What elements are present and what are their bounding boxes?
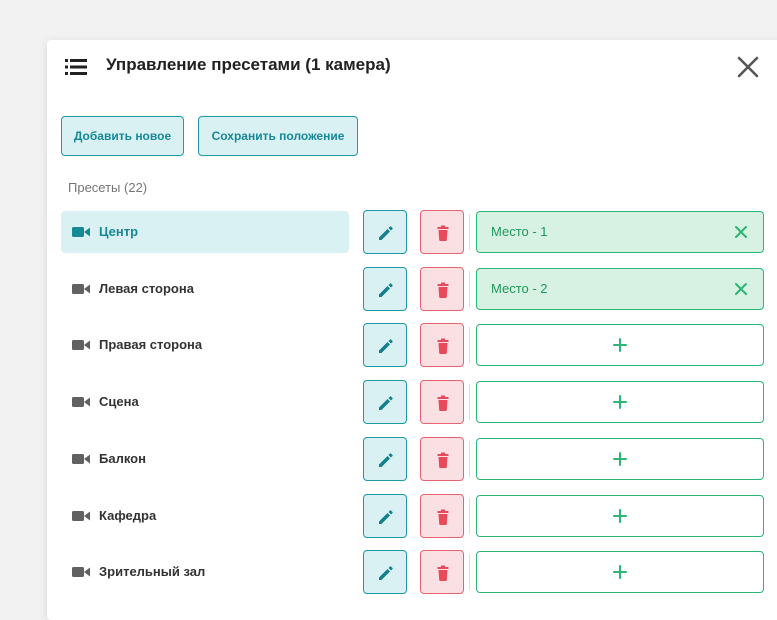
preset-select-item[interactable]: Правая сторона xyxy=(61,324,349,366)
slot-label: Место - 2 xyxy=(491,280,548,296)
trash-icon xyxy=(437,452,449,468)
edit-preset-button[interactable] xyxy=(363,493,407,538)
plus-icon xyxy=(613,451,627,466)
delete-preset-button[interactable] xyxy=(420,550,464,595)
preset-row: Зрительный зал xyxy=(47,550,777,595)
pencil-icon xyxy=(379,339,393,354)
preset-name-label: Сцена xyxy=(99,394,139,410)
trash-icon xyxy=(437,282,449,298)
clear-slot-icon[interactable] xyxy=(733,224,749,240)
preset-name-label: Балкон xyxy=(99,450,146,466)
assigned-position-slot[interactable]: Место - 1 xyxy=(476,211,764,253)
close-button[interactable] xyxy=(735,54,761,80)
preset-select-item[interactable]: Кафедра xyxy=(61,495,349,537)
row-divider xyxy=(469,327,470,364)
delete-preset-button[interactable] xyxy=(420,436,464,481)
preset-name-label: Кафедра xyxy=(99,507,157,523)
presets-count-label: Пресеты (22) xyxy=(68,180,148,195)
preset-select-item[interactable]: Балкон xyxy=(61,438,349,480)
dialog-header: Управление пресетами (1 камера) xyxy=(47,40,777,96)
slot-label: Место - 1 xyxy=(491,224,548,239)
delete-preset-button[interactable] xyxy=(420,210,464,254)
edit-preset-button[interactable] xyxy=(363,266,407,311)
preset-name-label: Левая сторона xyxy=(99,280,194,296)
edit-preset-button[interactable] xyxy=(363,323,407,368)
add-position-slot[interactable] xyxy=(476,437,764,480)
delete-preset-button[interactable] xyxy=(420,266,464,311)
delete-preset-button[interactable] xyxy=(420,493,464,538)
preset-row: Сцена xyxy=(47,380,777,425)
pencil-icon xyxy=(379,396,393,411)
trash-icon xyxy=(437,509,449,525)
clear-slot-icon[interactable] xyxy=(733,281,749,297)
preset-select-item[interactable]: Центр xyxy=(61,211,349,253)
preset-row: Балкон xyxy=(47,436,777,481)
preset-manager-dialog: Управление пресетами (1 камера) Добавить… xyxy=(47,40,777,620)
video-camera-icon xyxy=(72,567,90,578)
preset-select-item[interactable]: Сцена xyxy=(61,381,349,423)
preset-row: Центр Место - 1 xyxy=(47,210,777,254)
preset-name-label: Центр xyxy=(99,224,139,239)
row-divider xyxy=(469,384,470,421)
add-position-slot[interactable] xyxy=(476,551,764,594)
list-icon xyxy=(65,59,87,75)
plus-icon xyxy=(613,338,627,353)
add-new-button[interactable]: Добавить новое xyxy=(61,116,184,156)
trash-icon xyxy=(437,565,449,582)
preset-row: Левая сторона Место - 2 xyxy=(47,266,777,311)
preset-select-item[interactable]: Левая сторона xyxy=(61,268,349,310)
video-camera-icon xyxy=(72,283,90,294)
video-camera-icon xyxy=(72,510,90,521)
delete-preset-button[interactable] xyxy=(420,323,464,368)
plus-icon xyxy=(613,508,627,523)
row-divider xyxy=(469,270,470,307)
preset-row: Правая сторона xyxy=(47,323,777,368)
preset-name-label: Зрительный зал xyxy=(99,564,206,580)
row-divider xyxy=(469,440,470,477)
video-camera-icon xyxy=(72,340,90,351)
pencil-icon xyxy=(379,453,393,467)
trash-icon xyxy=(437,338,449,355)
edit-preset-button[interactable] xyxy=(363,380,407,425)
edit-preset-button[interactable] xyxy=(363,436,407,481)
edit-preset-button[interactable] xyxy=(363,210,407,254)
pencil-icon xyxy=(379,566,393,581)
plus-icon xyxy=(613,395,627,410)
preset-select-item[interactable]: Зрительный зал xyxy=(61,551,349,593)
add-position-slot[interactable] xyxy=(476,494,764,537)
row-divider xyxy=(469,214,470,250)
delete-preset-button[interactable] xyxy=(420,380,464,425)
preset-row: Кафедра xyxy=(47,493,777,538)
pencil-icon xyxy=(379,282,393,297)
video-camera-icon xyxy=(72,397,90,408)
add-position-slot[interactable] xyxy=(476,324,764,367)
plus-icon xyxy=(613,565,627,580)
save-position-button[interactable]: Сохранить положение xyxy=(198,116,358,156)
pencil-icon xyxy=(379,226,393,240)
trash-icon xyxy=(437,395,449,412)
assigned-position-slot[interactable]: Место - 2 xyxy=(476,267,764,310)
add-position-slot[interactable] xyxy=(476,381,764,424)
video-camera-icon xyxy=(72,227,90,237)
dialog-title: Управление пресетами (1 камера) xyxy=(106,55,391,74)
close-icon xyxy=(737,56,759,78)
row-divider xyxy=(469,497,470,534)
video-camera-icon xyxy=(72,453,90,464)
pencil-icon xyxy=(379,509,393,524)
edit-preset-button[interactable] xyxy=(363,550,407,595)
trash-icon xyxy=(437,225,449,241)
row-divider xyxy=(469,554,470,591)
preset-name-label: Правая сторона xyxy=(99,337,203,353)
